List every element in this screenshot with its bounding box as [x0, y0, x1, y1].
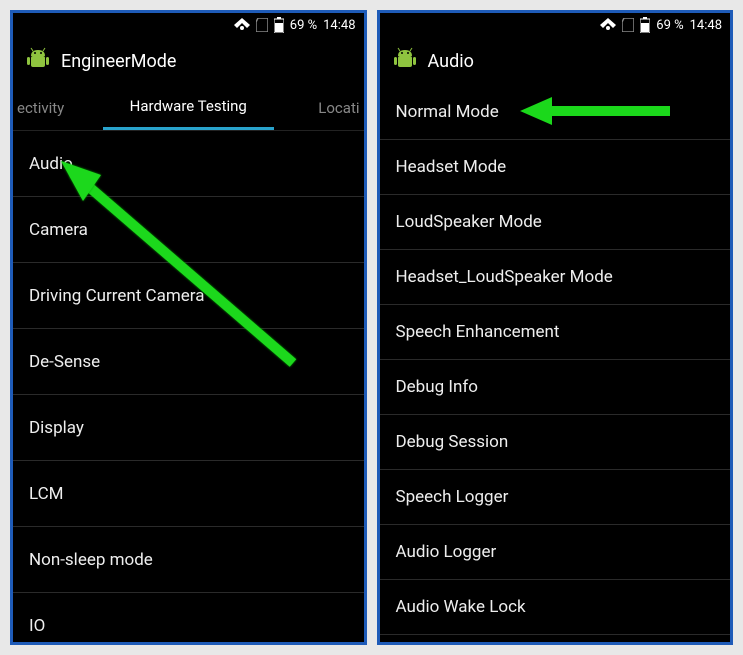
android-icon	[25, 46, 51, 76]
clock: 14:48	[690, 18, 722, 33]
status-bar: 69 % 14:48	[380, 13, 731, 37]
list-item-headset-loudspeaker-mode[interactable]: Headset_LoudSpeaker Mode	[380, 250, 731, 305]
audio-list: Normal Mode Headset Mode LoudSpeaker Mod…	[380, 85, 731, 635]
list-item-lcm[interactable]: LCM	[13, 461, 364, 527]
phone-left: 69 % 14:48 EngineerMode ectivity Hardwar…	[10, 10, 367, 645]
list-item-de-sense[interactable]: De-Sense	[13, 329, 364, 395]
status-bar: 69 % 14:48	[13, 13, 364, 37]
list-item-debug-info[interactable]: Debug Info	[380, 360, 731, 415]
tab-location[interactable]: Locati	[274, 85, 364, 130]
list-item-speech-enhancement[interactable]: Speech Enhancement	[380, 305, 731, 360]
list-item-camera[interactable]: Camera	[13, 197, 364, 263]
sim-icon	[622, 18, 634, 32]
app-bar: EngineerMode	[13, 37, 364, 85]
list-item-debug-session[interactable]: Debug Session	[380, 415, 731, 470]
list-item-non-sleep-mode[interactable]: Non-sleep mode	[13, 527, 364, 593]
list-item-io[interactable]: IO	[13, 593, 364, 645]
list-item-driving-current-camera[interactable]: Driving Current Camera	[13, 263, 364, 329]
wifi-icon	[600, 18, 616, 32]
list-item-display[interactable]: Display	[13, 395, 364, 461]
phone-right: 69 % 14:48 Audio Normal Mode Headset Mod…	[377, 10, 734, 645]
android-icon	[392, 46, 418, 76]
list-item-audio-logger[interactable]: Audio Logger	[380, 525, 731, 580]
clock: 14:48	[323, 18, 355, 33]
list-item-audio[interactable]: Audio	[13, 131, 364, 197]
list-item-speech-logger[interactable]: Speech Logger	[380, 470, 731, 525]
list-item-normal-mode[interactable]: Normal Mode	[380, 85, 731, 140]
tab-connectivity[interactable]: ectivity	[13, 85, 103, 130]
sim-icon	[256, 18, 268, 32]
battery-percent: 69 %	[656, 18, 683, 33]
battery-percent: 69 %	[290, 18, 317, 33]
battery-icon	[640, 17, 650, 33]
app-title: Audio	[428, 51, 474, 72]
tab-hardware-testing[interactable]: Hardware Testing	[103, 85, 274, 130]
app-bar: Audio	[380, 37, 731, 85]
app-title: EngineerMode	[61, 51, 176, 72]
tab-bar: ectivity Hardware Testing Locati	[13, 85, 364, 131]
wifi-icon	[234, 18, 250, 32]
list-item-loudspeaker-mode[interactable]: LoudSpeaker Mode	[380, 195, 731, 250]
list-item-headset-mode[interactable]: Headset Mode	[380, 140, 731, 195]
battery-icon	[274, 17, 284, 33]
hardware-testing-list: Audio Camera Driving Current Camera De-S…	[13, 131, 364, 645]
list-item-audio-wake-lock[interactable]: Audio Wake Lock	[380, 580, 731, 635]
